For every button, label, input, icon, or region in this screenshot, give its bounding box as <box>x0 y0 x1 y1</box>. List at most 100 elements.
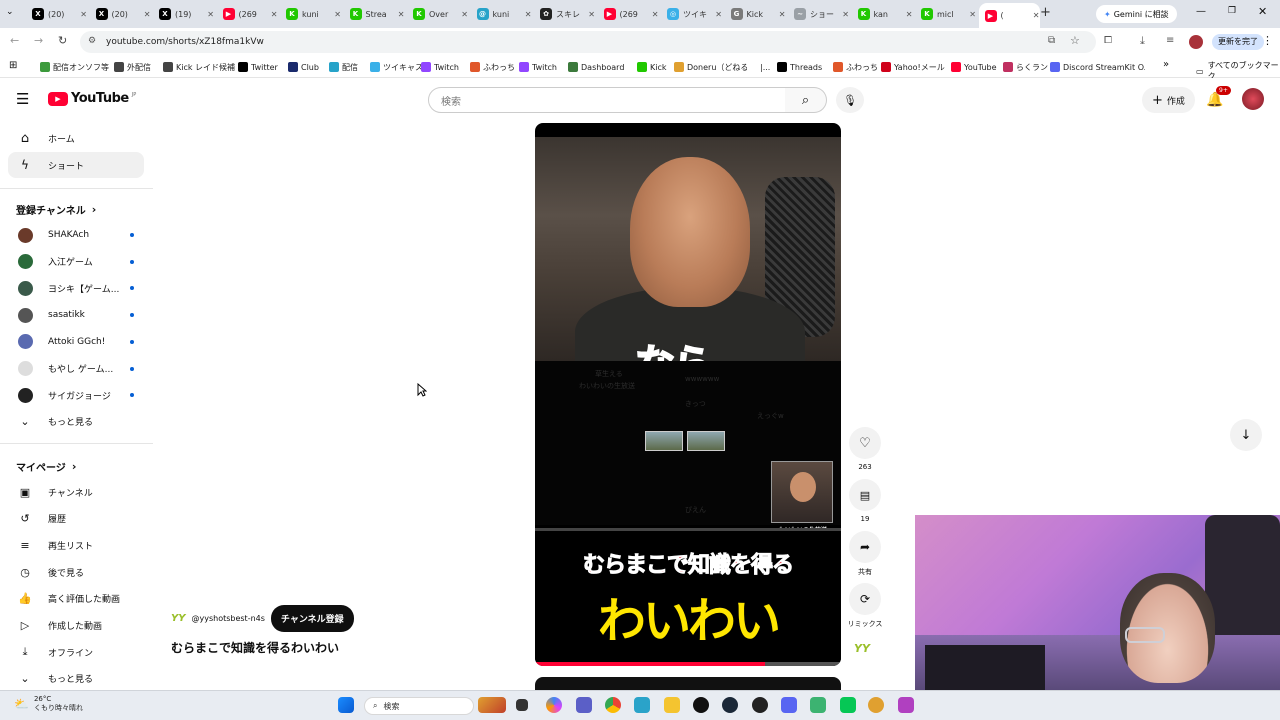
browser-menu-icon[interactable]: ⋮ <box>1262 34 1273 47</box>
sidebar-channel-item[interactable]: サイガジョージ <box>8 382 144 408</box>
app-icon[interactable] <box>810 697 826 713</box>
sidebar-you-item[interactable]: 👍 高く評価した動画 <box>8 586 144 612</box>
channel-handle[interactable]: @yyshotsbest-n4s <box>191 614 264 623</box>
scroll-down-button[interactable]: ↓ <box>1230 419 1262 451</box>
app-icon[interactable] <box>898 697 914 713</box>
browser-tab[interactable]: ▶(✕ <box>978 3 1040 28</box>
short-video-player[interactable]: なら 草生える わいわいの生放送 wwwwww きっつ えっぐw ぴえん わいわ… <box>535 123 841 666</box>
sidebar-channel-item[interactable]: もやし ゲーム... <box>8 356 144 382</box>
copilot-icon[interactable] <box>546 697 562 713</box>
sidebar-channel-item[interactable]: SHAKAch <box>8 222 144 248</box>
back-icon[interactable]: ← <box>10 34 19 47</box>
notifications-button[interactable]: 🔔 9+ <box>1206 86 1231 108</box>
video-progress-bar[interactable] <box>535 662 841 666</box>
bookmark-item[interactable]: Twitch <box>519 60 557 74</box>
bookmark-item[interactable]: YouTube <box>951 60 997 74</box>
sidebar-you-item[interactable]: ⌄ もっと見る <box>8 666 144 692</box>
app-icon[interactable] <box>868 697 884 713</box>
close-tab-icon[interactable]: ✕ <box>715 10 722 19</box>
bookmark-item[interactable]: Doneru（どねる） <box>674 60 756 74</box>
channel-avatar-badge[interactable]: YY <box>171 613 185 624</box>
line-icon[interactable] <box>840 697 856 713</box>
taskbar-search[interactable]: ⌕ 検索 <box>364 697 474 715</box>
restore-button[interactable]: ❐ <box>1228 6 1236 16</box>
bookmark-item[interactable]: |... <box>747 60 770 74</box>
close-tab-icon[interactable]: ✕ <box>334 10 341 19</box>
reading-list-icon[interactable]: ≡ <box>1166 35 1174 46</box>
search-button[interactable]: ⌕ <box>785 87 827 113</box>
weather-widget[interactable]: ⛅ 26°C くもり時々晴れ <box>14 695 83 713</box>
discord-icon[interactable] <box>781 697 797 713</box>
you-header[interactable]: マイページ › <box>16 459 76 474</box>
share-button[interactable]: ➦ <box>849 531 881 563</box>
search-input[interactable]: 検索 <box>428 87 786 113</box>
sidebar-you-item[interactable]: ▣ チャンネル <box>8 479 144 505</box>
update-button[interactable]: 更新を完了 <box>1212 34 1264 50</box>
bookmark-item[interactable]: Twitch <box>421 60 459 74</box>
close-tab-icon[interactable]: ✕ <box>906 10 913 19</box>
bookmark-item[interactable]: 配信オンソフ等 <box>40 60 109 74</box>
close-tab-icon[interactable]: ✕ <box>588 10 595 19</box>
file-explorer-icon[interactable] <box>664 697 680 713</box>
create-button[interactable]: + 作成 <box>1142 87 1195 113</box>
browser-tab[interactable]: Kmicl ✕ <box>915 4 976 24</box>
browser-tab[interactable]: K Over ✕ <box>407 4 468 24</box>
sidebar-you-item[interactable]: ≡ 再生リスト <box>8 532 144 558</box>
sidebar-you-item[interactable]: ▷ 作成した動画 <box>8 613 144 639</box>
sidebar-channel-item[interactable]: 入江ゲーム <box>8 249 144 275</box>
bookmark-item[interactable]: Kick レイド候補 <box>163 60 235 74</box>
browser-tab[interactable]: ▶ (269 ✕ <box>217 4 278 24</box>
subscriptions-header[interactable]: 登録チャンネル › <box>16 202 96 217</box>
close-tab-icon[interactable]: ✕ <box>461 10 468 19</box>
close-tab-icon[interactable]: ✕ <box>842 10 849 19</box>
browser-tab[interactable]: @ kuni ✕ <box>471 4 532 24</box>
bookmark-item[interactable]: らくラン <box>1003 60 1048 74</box>
install-app-icon[interactable]: ⧉ <box>1048 35 1055 46</box>
windows-start-icon[interactable] <box>338 697 354 713</box>
hamburger-menu-icon[interactable]: ☰ <box>16 90 29 108</box>
browser-tab[interactable]: ▶ (269 ✕ <box>598 4 659 24</box>
close-tab-icon[interactable]: ✕ <box>271 10 278 19</box>
task-view-icon[interactable] <box>516 699 528 711</box>
forward-icon[interactable]: → <box>34 34 43 47</box>
bookmark-item[interactable]: ふわっち <box>470 60 515 74</box>
chrome-icon[interactable] <box>605 697 621 713</box>
app-icon[interactable] <box>693 697 709 713</box>
teams-icon[interactable] <box>576 697 592 713</box>
steam-icon[interactable] <box>722 697 738 713</box>
site-info-icon[interactable]: ⚙ <box>88 36 96 46</box>
bookmark-item[interactable]: Yahoo!メール <box>881 60 945 74</box>
sidebar-channel-item[interactable]: Attoki GGch! <box>8 329 144 355</box>
sidebar-item-home[interactable]: ⌂ ホーム <box>8 125 144 151</box>
apps-grid-icon[interactable]: ⊞ <box>9 60 17 71</box>
remix-button[interactable]: ⟳ <box>849 583 881 615</box>
youtube-logo[interactable]: ▶ YouTube JP <box>48 91 136 106</box>
close-window-button[interactable]: ✕ <box>1258 5 1267 18</box>
new-tab-button[interactable]: + <box>1040 5 1051 20</box>
close-tab-icon[interactable]: ✕ <box>398 10 405 19</box>
channel-badge[interactable]: YY <box>854 642 870 655</box>
bookmark-star-icon[interactable]: ☆ <box>1070 34 1080 47</box>
comment-button[interactable]: ▤ <box>849 479 881 511</box>
bookmark-item[interactable]: ツイキャス <box>370 60 423 74</box>
close-tab-icon[interactable]: ✕ <box>525 10 532 19</box>
sidebar-you-item[interactable]: ↺ 履歴 <box>8 506 144 532</box>
bookmark-item[interactable]: Club <box>288 60 319 74</box>
share-action[interactable]: ➦ 共有 <box>845 531 885 577</box>
bookmark-item[interactable]: Threads <box>777 60 822 74</box>
widgets-icon[interactable] <box>478 697 506 713</box>
sidebar-channel-item[interactable]: sasatikk <box>8 302 144 328</box>
bookmark-item[interactable]: ふわっち <box>833 60 878 74</box>
close-tab-icon[interactable]: ✕ <box>80 10 87 19</box>
browser-tab[interactable]: ✿ スキレ ✕ <box>534 4 595 24</box>
browser-tab[interactable]: ~ ショー ✕ <box>788 4 849 24</box>
sidebar-channel-item[interactable]: ヨシキ【ゲーム... <box>8 275 144 301</box>
close-tab-icon[interactable]: ✕ <box>969 10 976 19</box>
comment-action[interactable]: ▤ 19 <box>845 479 885 523</box>
bookmark-item[interactable]: Twitter <box>238 60 278 74</box>
reload-icon[interactable]: ↻ <box>58 34 67 47</box>
browser-tab[interactable]: G Kick ✕ <box>725 4 786 24</box>
bookmark-item[interactable]: Kick <box>637 60 667 74</box>
gemini-button[interactable]: ✦ Gemini に相談 <box>1096 5 1177 23</box>
browser-tab[interactable]: ◎ ツイキ ✕ <box>661 4 722 24</box>
